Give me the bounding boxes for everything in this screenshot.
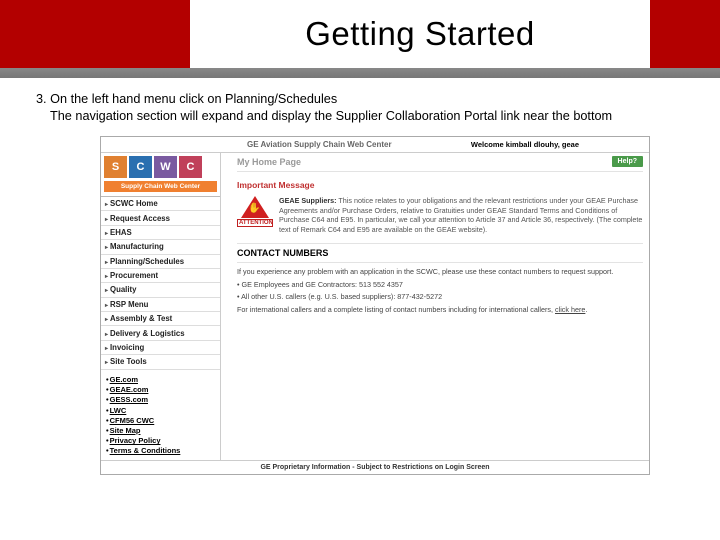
nav-menu: SCWC Home Request Access EHAS Manufactur… [101, 196, 220, 370]
attention-label: ATTENTION [237, 219, 273, 227]
welcome-text: Welcome kimball dlouhy, geae [471, 140, 579, 149]
important-message-header: Important Message [237, 180, 643, 190]
attention-icon: ATTENTION [237, 196, 273, 235]
nav-site-tools[interactable]: Site Tools [101, 355, 220, 369]
contact-bullet-1: • GE Employees and GE Contractors: 513 5… [237, 280, 643, 290]
nav-invoicing[interactable]: Invoicing [101, 341, 220, 355]
link-lwc[interactable]: LWC [106, 405, 215, 415]
embedded-screenshot: GE Aviation Supply Chain Web Center Welc… [100, 136, 650, 475]
nav-quality[interactable]: Quality [101, 283, 220, 297]
app-header-title: GE Aviation Supply Chain Web Center [247, 140, 392, 149]
attention-text: GEAE Suppliers: This notice relates to y… [279, 196, 643, 235]
nav-manufacturing[interactable]: Manufacturing [101, 240, 220, 254]
nav-assembly-test[interactable]: Assembly & Test [101, 312, 220, 326]
scwc-logo: S C W C [101, 153, 220, 181]
nav-ehas[interactable]: EHAS [101, 226, 220, 240]
left-sidebar: S C W C Supply Chain Web Center SCWC Hom… [101, 153, 221, 460]
instruction-block: 3. On the left hand menu click on Planni… [0, 78, 720, 132]
main-content: My Home Page Help? Important Message ATT… [221, 153, 649, 460]
contact-b3-text: For international callers and a complete… [237, 305, 555, 314]
logo-c2: C [179, 156, 202, 178]
logo-c: C [129, 156, 152, 178]
link-site-map[interactable]: Site Map [106, 425, 215, 435]
attention-bold: GEAE Suppliers: [279, 196, 337, 205]
logo-s: S [104, 156, 127, 178]
link-ge-com[interactable]: GE.com [106, 375, 215, 385]
footer-links: GE.com GEAE.com GESS.com LWC CFM56 CWC S… [101, 370, 220, 461]
nav-procurement[interactable]: Procurement [101, 269, 220, 283]
proprietary-footer: GE Proprietary Information - Subject to … [101, 460, 649, 474]
nav-delivery-logistics[interactable]: Delivery & Logistics [101, 326, 220, 340]
link-geae-com[interactable]: GEAE.com [106, 385, 215, 395]
contact-bullet-3: For international callers and a complete… [237, 305, 643, 315]
link-terms-conditions[interactable]: Terms & Conditions [106, 446, 215, 456]
logo-w: W [154, 156, 177, 178]
contact-bullet-2: • All other U.S. callers (e.g. U.S. base… [237, 292, 643, 302]
contact-numbers-header: CONTACT NUMBERS [237, 243, 643, 263]
instruction-line2: The navigation section will expand and d… [36, 108, 692, 125]
link-gess-com[interactable]: GESS.com [106, 395, 215, 405]
instruction-line1: On the left hand menu click on Planning/… [50, 92, 337, 106]
nav-scwc-home[interactable]: SCWC Home [101, 197, 220, 211]
help-button[interactable]: Help? [612, 156, 643, 167]
instruction-number: 3. [36, 92, 47, 106]
nav-planning-schedules[interactable]: Planning/Schedules [101, 255, 220, 269]
nav-request-access[interactable]: Request Access [101, 211, 220, 225]
link-cfm56-cwc[interactable]: CFM56 CWC [106, 415, 215, 425]
screenshot-header: GE Aviation Supply Chain Web Center Welc… [101, 137, 649, 153]
slide-title: Getting Started [305, 15, 534, 53]
logo-subtitle: Supply Chain Web Center [104, 181, 217, 192]
page-title: My Home Page [237, 157, 301, 167]
nav-rsp-menu[interactable]: RSP Menu [101, 298, 220, 312]
title-area: Getting Started [190, 0, 650, 68]
click-here-link[interactable]: click here [555, 305, 585, 314]
contact-intro: If you experience any problem with an ap… [237, 267, 643, 277]
gray-separator [0, 68, 720, 78]
link-privacy-policy[interactable]: Privacy Policy [106, 436, 215, 446]
